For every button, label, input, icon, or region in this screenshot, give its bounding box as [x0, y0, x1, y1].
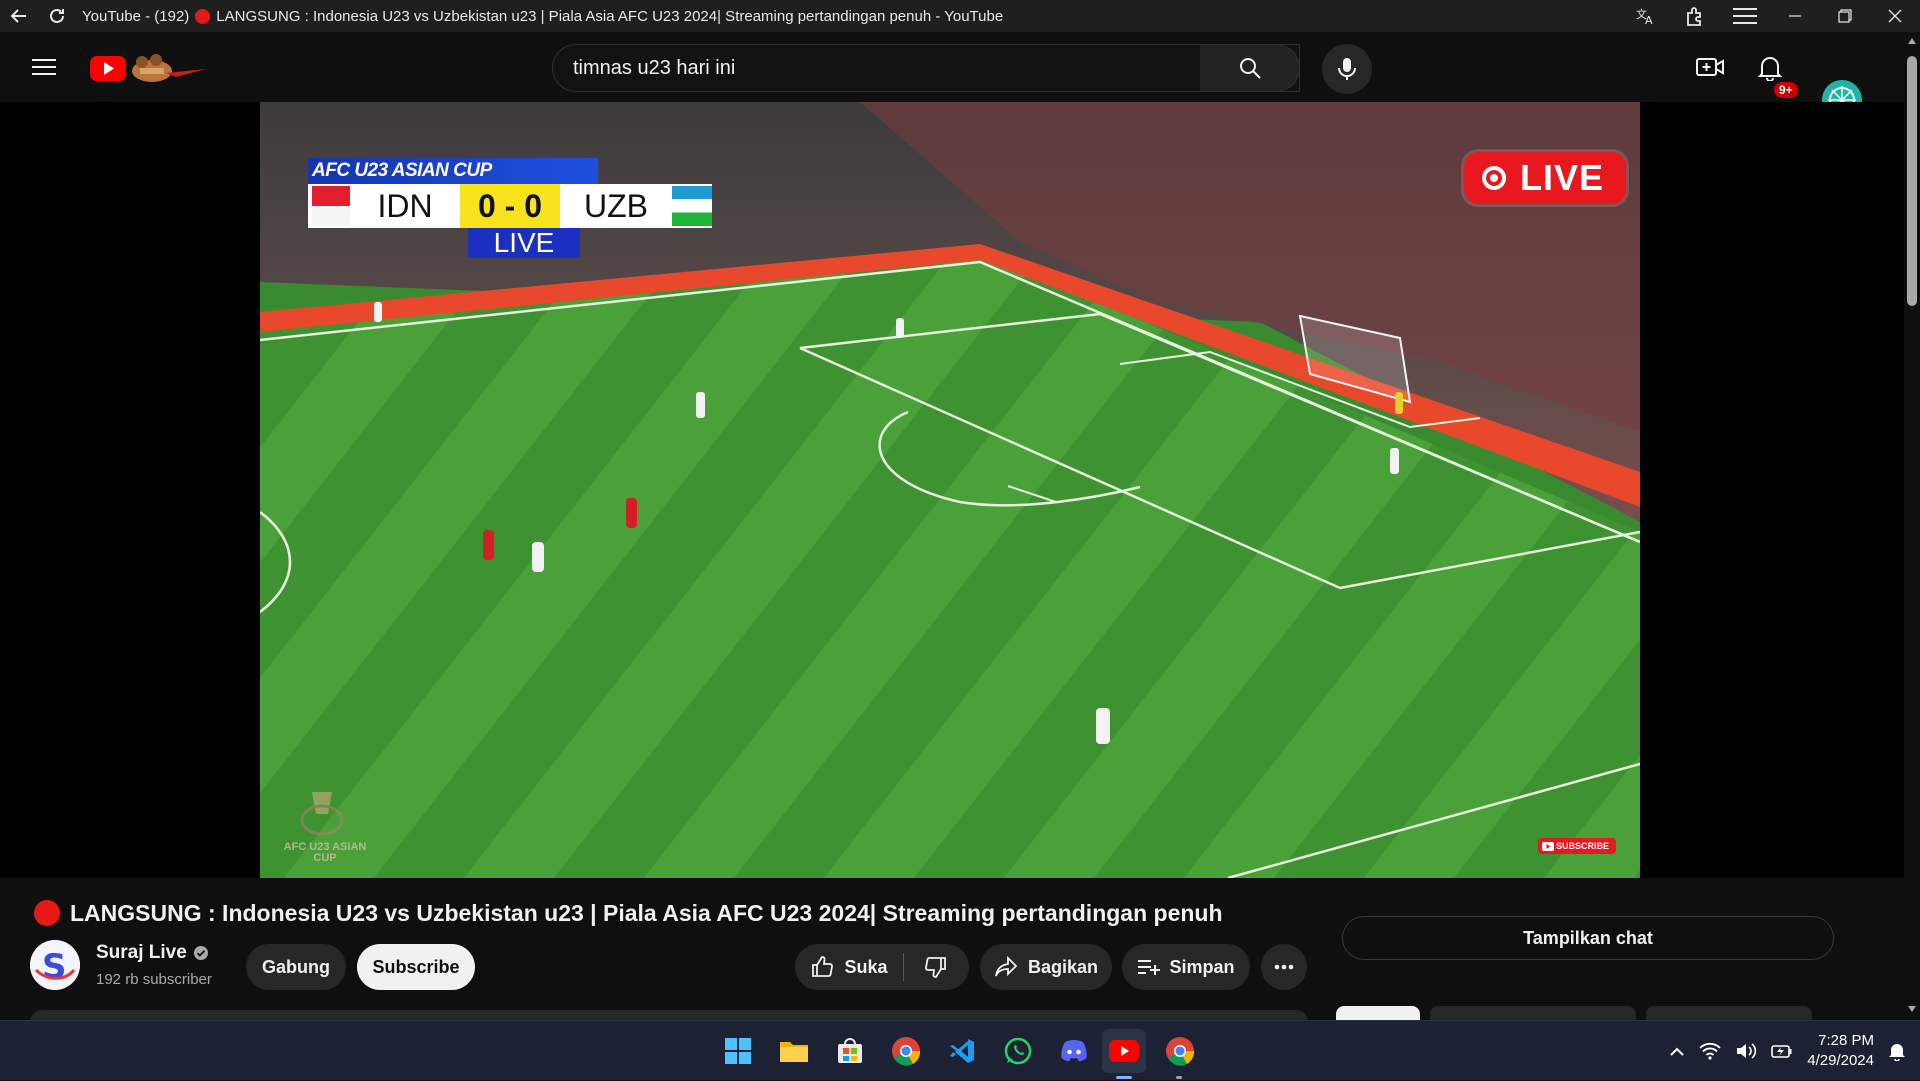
dislike-button[interactable] — [904, 944, 968, 990]
live-indicator-icon — [34, 900, 60, 926]
youtube-app-icon[interactable] — [1102, 1029, 1146, 1073]
restore-icon[interactable] — [1820, 0, 1870, 32]
voice-search-button[interactable] — [1322, 44, 1372, 94]
like-button[interactable]: Suka — [795, 944, 903, 990]
running-app-indicator — [1176, 1076, 1182, 1079]
subscribe-watermark-label: SUBSCRIBE — [1556, 841, 1610, 851]
file-explorer-icon[interactable] — [772, 1029, 816, 1073]
search-button[interactable] — [1200, 44, 1300, 92]
save-label: Simpan — [1169, 956, 1235, 977]
taskbar-clock[interactable]: 7:28 PM 4/29/2024 — [1807, 1031, 1874, 1071]
browser-title-bar: YouTube - (192) LANGSUNG : Indonesia U23… — [0, 0, 1920, 32]
chevron-up-icon[interactable] — [1669, 1045, 1685, 1057]
youtube-play-icon — [1542, 841, 1554, 851]
share-button[interactable]: Bagikan — [980, 944, 1112, 990]
indonesia-flag-icon — [312, 186, 350, 226]
clock-time: 7:28 PM — [1818, 1032, 1874, 1049]
page-scrollbar[interactable] — [1904, 32, 1920, 1020]
channel-avatar[interactable]: S — [30, 940, 80, 990]
guide-menu-icon[interactable] — [22, 45, 66, 89]
more-actions-button[interactable] — [1261, 944, 1307, 990]
like-label: Suka — [844, 956, 888, 977]
active-app-indicator — [1116, 1076, 1132, 1079]
video-title: LANGSUNG : Indonesia U23 vs Uzbekistan u… — [34, 898, 1223, 928]
subscribe-button[interactable]: Subscribe — [357, 944, 475, 990]
score-row: IDN 0 - 0 UZB — [308, 184, 712, 228]
vscode-icon[interactable] — [940, 1029, 984, 1073]
join-button[interactable]: Gabung — [246, 944, 346, 990]
scrollbar-thumb[interactable] — [1907, 56, 1917, 306]
youtube-masthead: timnas u23 hari ini 9+ — [0, 32, 1904, 120]
svg-text:S: S — [42, 947, 67, 987]
browser-menu-icon[interactable] — [1720, 0, 1770, 32]
scroll-up-arrow-icon[interactable] — [1908, 38, 1916, 44]
youtube-logo[interactable] — [90, 50, 220, 84]
more-horizontal-icon — [1274, 964, 1294, 970]
clock-date: 4/29/2024 — [1807, 1052, 1874, 1069]
microphone-icon — [1338, 58, 1356, 80]
save-button[interactable]: Simpan — [1122, 944, 1250, 990]
notification-center-icon[interactable] — [1888, 1041, 1906, 1061]
back-icon[interactable] — [0, 0, 38, 32]
notification-count-badge: 9+ — [1774, 82, 1798, 98]
reload-icon[interactable] — [38, 0, 76, 32]
video-player-area: AFC U23 ASIAN CUP AFC U23 ASIAN CUP IDN … — [0, 102, 1904, 878]
minimize-icon[interactable] — [1770, 0, 1820, 32]
channel-name[interactable]: Suraj Live — [96, 942, 209, 964]
thumbs-down-icon — [925, 957, 946, 978]
search-query-text: timnas u23 hari ini — [573, 56, 736, 79]
subscriber-count: 192 rb subscriber — [96, 971, 212, 988]
live-badge-label: LIVE — [1520, 157, 1605, 198]
show-chat-button[interactable]: Tampilkan chat — [1342, 916, 1834, 960]
window-title-prefix: YouTube - (192) — [82, 7, 190, 25]
close-icon[interactable] — [1870, 0, 1920, 32]
chrome-profile-icon[interactable] — [1158, 1029, 1202, 1073]
competition-label: AFC U23 ASIAN CUP — [308, 158, 598, 184]
subscribe-watermark[interactable]: SUBSCRIBE — [1538, 838, 1616, 854]
score: 0 - 0 — [460, 184, 560, 228]
scoreboard-live-label: LIVE — [468, 228, 580, 258]
verified-badge-icon — [193, 946, 208, 960]
share-icon — [995, 956, 1018, 977]
chrome-icon[interactable] — [884, 1029, 928, 1073]
extensions-icon[interactable] — [1670, 0, 1720, 32]
save-playlist-icon — [1138, 960, 1161, 975]
wifi-icon[interactable] — [1699, 1042, 1721, 1060]
video-title-text: LANGSUNG : Indonesia U23 vs Uzbekistan u… — [70, 899, 1223, 926]
home-team: IDN — [377, 187, 433, 224]
afc-corner-logo: AFC U23 ASIAN CUP — [283, 841, 367, 864]
scroll-down-arrow-icon[interactable] — [1908, 1006, 1916, 1012]
video-player[interactable]: AFC U23 ASIAN CUP AFC U23 ASIAN CUP IDN … — [260, 102, 1640, 878]
whatsapp-icon[interactable] — [996, 1029, 1040, 1073]
thumbs-up-icon — [812, 956, 834, 977]
window-title-text: LANGSUNG : Indonesia U23 vs Uzbekistan u… — [216, 7, 1004, 25]
system-tray: 7:28 PM 4/29/2024 — [1669, 1021, 1906, 1081]
svg-text:A: A — [1645, 14, 1653, 26]
search-icon — [1239, 58, 1261, 79]
live-indicator-icon — [195, 8, 211, 24]
battery-charging-icon[interactable] — [1771, 1042, 1793, 1060]
uzbekistan-flag-icon — [672, 186, 712, 226]
away-team: UZB — [584, 187, 648, 224]
microsoft-store-icon[interactable] — [828, 1029, 872, 1073]
volume-icon[interactable] — [1735, 1042, 1757, 1060]
translate-icon[interactable]: 文A — [1620, 0, 1670, 32]
window-title: YouTube - (192) LANGSUNG : Indonesia U23… — [82, 8, 1003, 25]
channel-name-text: Suraj Live — [96, 942, 187, 963]
live-badge: LIVE — [1464, 152, 1626, 204]
live-record-icon — [1482, 166, 1506, 190]
windows-start-icon[interactable] — [716, 1029, 760, 1073]
search-input[interactable]: timnas u23 hari ini — [552, 44, 1300, 92]
windows-taskbar: 7:28 PM 4/29/2024 — [0, 1020, 1920, 1080]
share-label: Bagikan — [1027, 956, 1099, 977]
discord-icon[interactable] — [1052, 1029, 1096, 1073]
create-video-icon[interactable] — [1688, 45, 1732, 89]
like-dislike-group: Suka — [795, 944, 969, 990]
